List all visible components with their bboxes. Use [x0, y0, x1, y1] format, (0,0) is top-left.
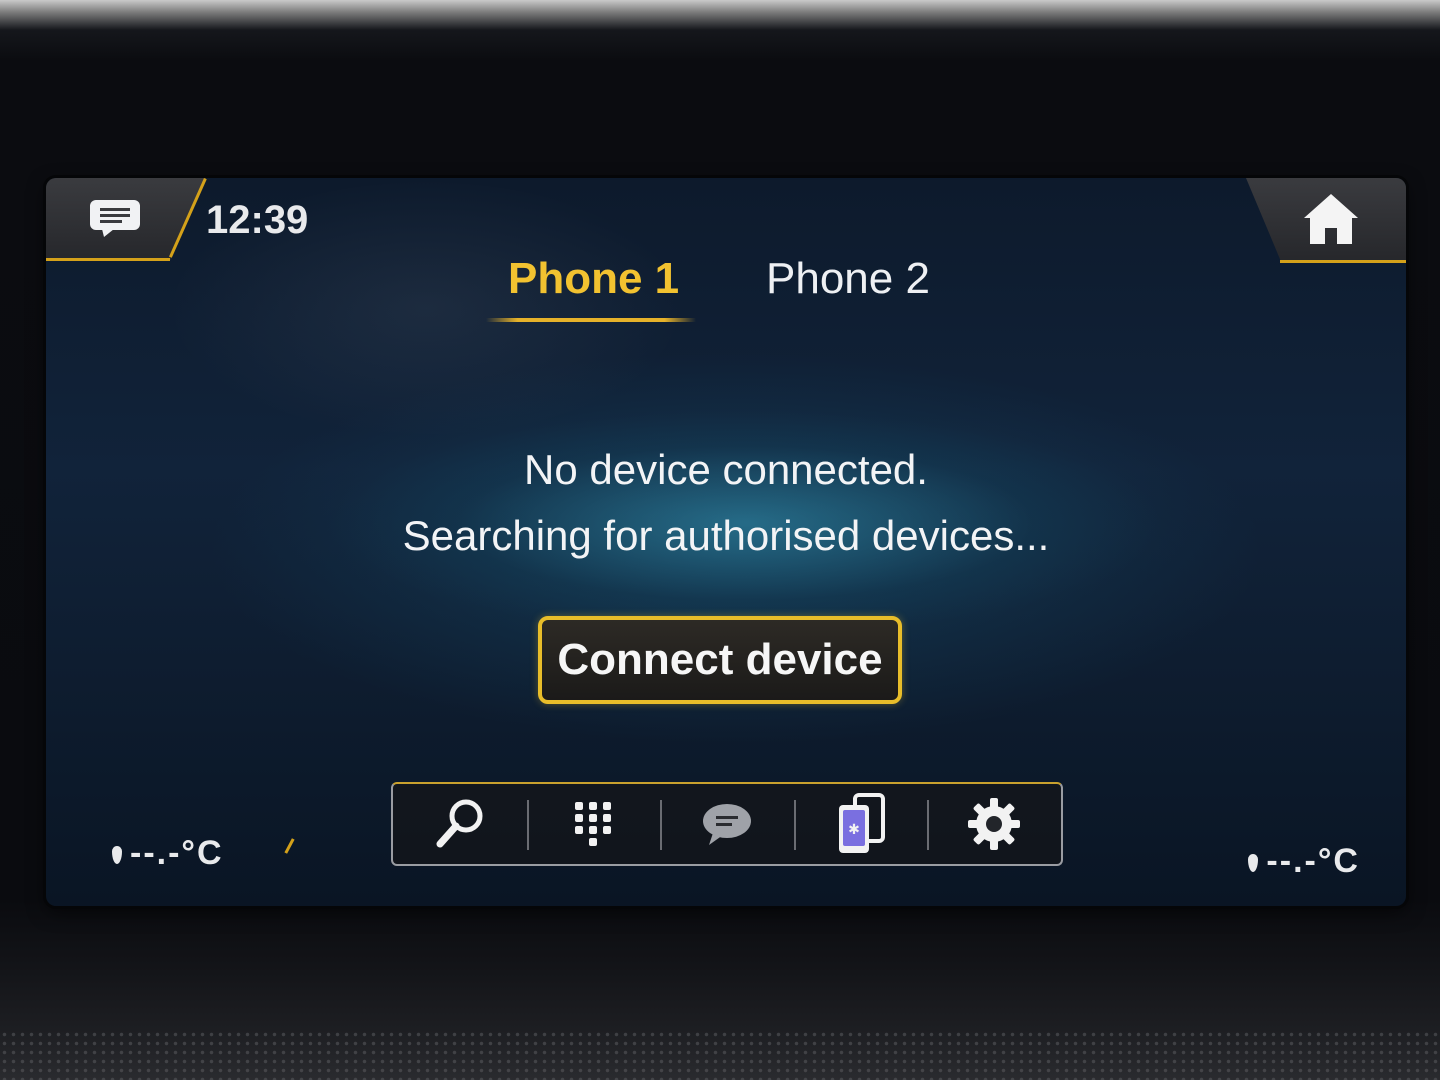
toolbar-settings-button[interactable] — [927, 784, 1061, 864]
home-icon[interactable] — [1302, 192, 1360, 246]
phone-toolbar: ✱ — [391, 782, 1063, 866]
phone-tabs: Phone 1 Phone 2 — [486, 248, 966, 330]
tab-phone-1[interactable]: Phone 1 — [508, 254, 679, 304]
status-tick-mark — [284, 838, 295, 854]
svg-text:✱: ✱ — [848, 822, 860, 838]
search-status-message: Searching for authorised devices... — [402, 512, 1050, 559]
toolbar-messages-button[interactable] — [660, 784, 794, 864]
toolbar-dialpad-button[interactable] — [526, 784, 661, 864]
infotainment-screen: 12:39 Phone 1 Phone 2 No device connecte… — [46, 178, 1406, 906]
clock: 12:39 — [206, 198, 309, 242]
temperature-icon — [112, 846, 122, 865]
toolbar-device-manager-button[interactable]: ✱ — [793, 784, 928, 864]
active-tab-underline — [486, 318, 696, 322]
messages-icon — [702, 804, 751, 845]
search-icon — [436, 799, 483, 848]
tab-phone-2[interactable]: Phone 2 — [766, 254, 930, 304]
device-manager-icon: ✱ — [838, 793, 885, 853]
temperature-icon — [1248, 854, 1259, 873]
status-message: No device connected. — [524, 446, 928, 493]
message-icon[interactable] — [88, 198, 142, 238]
right-temperature-value: --.-°C — [1266, 842, 1360, 880]
corner-accent-line — [46, 258, 170, 261]
left-temperature[interactable]: --.-°C — [112, 834, 224, 873]
connect-device-button[interactable]: Connect device — [538, 616, 902, 704]
left-temperature-value: --.-°C — [130, 834, 224, 872]
settings-icon — [968, 798, 1021, 850]
toolbar-search-button[interactable] — [393, 784, 527, 864]
corner-accent-line-right — [1280, 260, 1406, 263]
right-temperature[interactable]: --.-°C — [1248, 842, 1360, 881]
dialpad-icon — [575, 802, 612, 846]
